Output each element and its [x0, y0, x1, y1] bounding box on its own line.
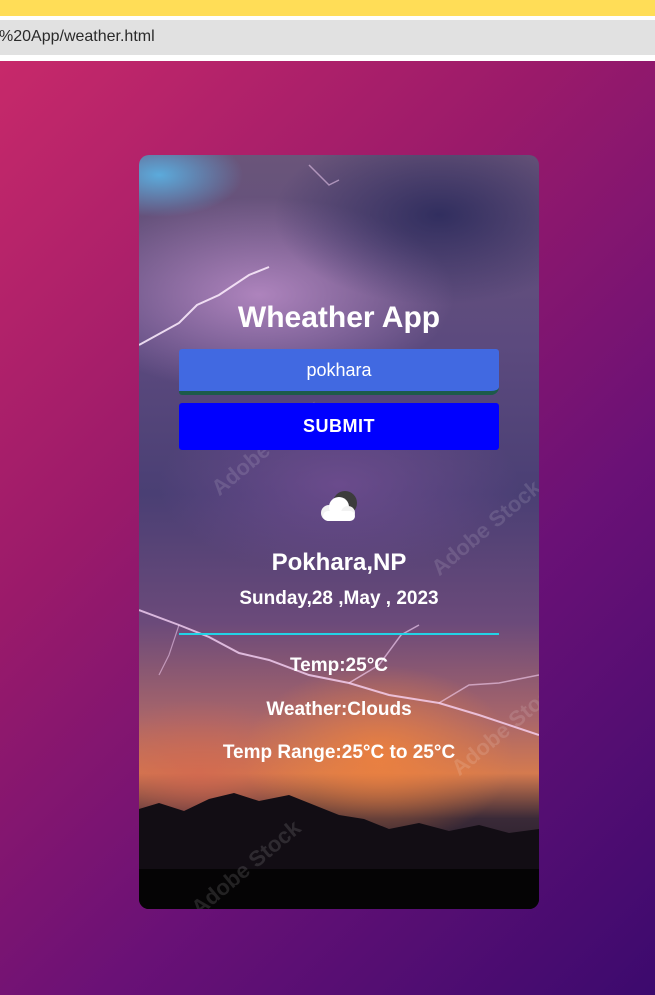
city-search-input[interactable]: [179, 349, 499, 395]
address-bar[interactable]: %20App/weather.html: [0, 20, 655, 55]
browser-top-strip: [0, 0, 655, 16]
cloud-icon: [321, 491, 357, 521]
address-text[interactable]: %20App/weather.html: [0, 28, 155, 45]
weather-condition-text: Weather:Clouds: [266, 699, 412, 720]
temp-range-text: Temp Range:25°C to 25°C: [222, 742, 456, 763]
temperature-text: Temp:25°C: [289, 655, 389, 676]
page-background: Adobe Stock Adobe Stock Adobe Stock Adob…: [0, 61, 655, 995]
location-name: Pokhara,NP: [271, 549, 407, 576]
watermark-text: Adobe Stock: [446, 674, 539, 781]
weather-card: Adobe Stock Adobe Stock Adobe Stock Adob…: [139, 155, 539, 909]
submit-button[interactable]: SUBMIT: [179, 403, 499, 450]
current-date: Sunday,28 ,May , 2023: [239, 588, 439, 609]
divider: [179, 633, 499, 635]
app-title: Wheather App: [237, 301, 441, 334]
